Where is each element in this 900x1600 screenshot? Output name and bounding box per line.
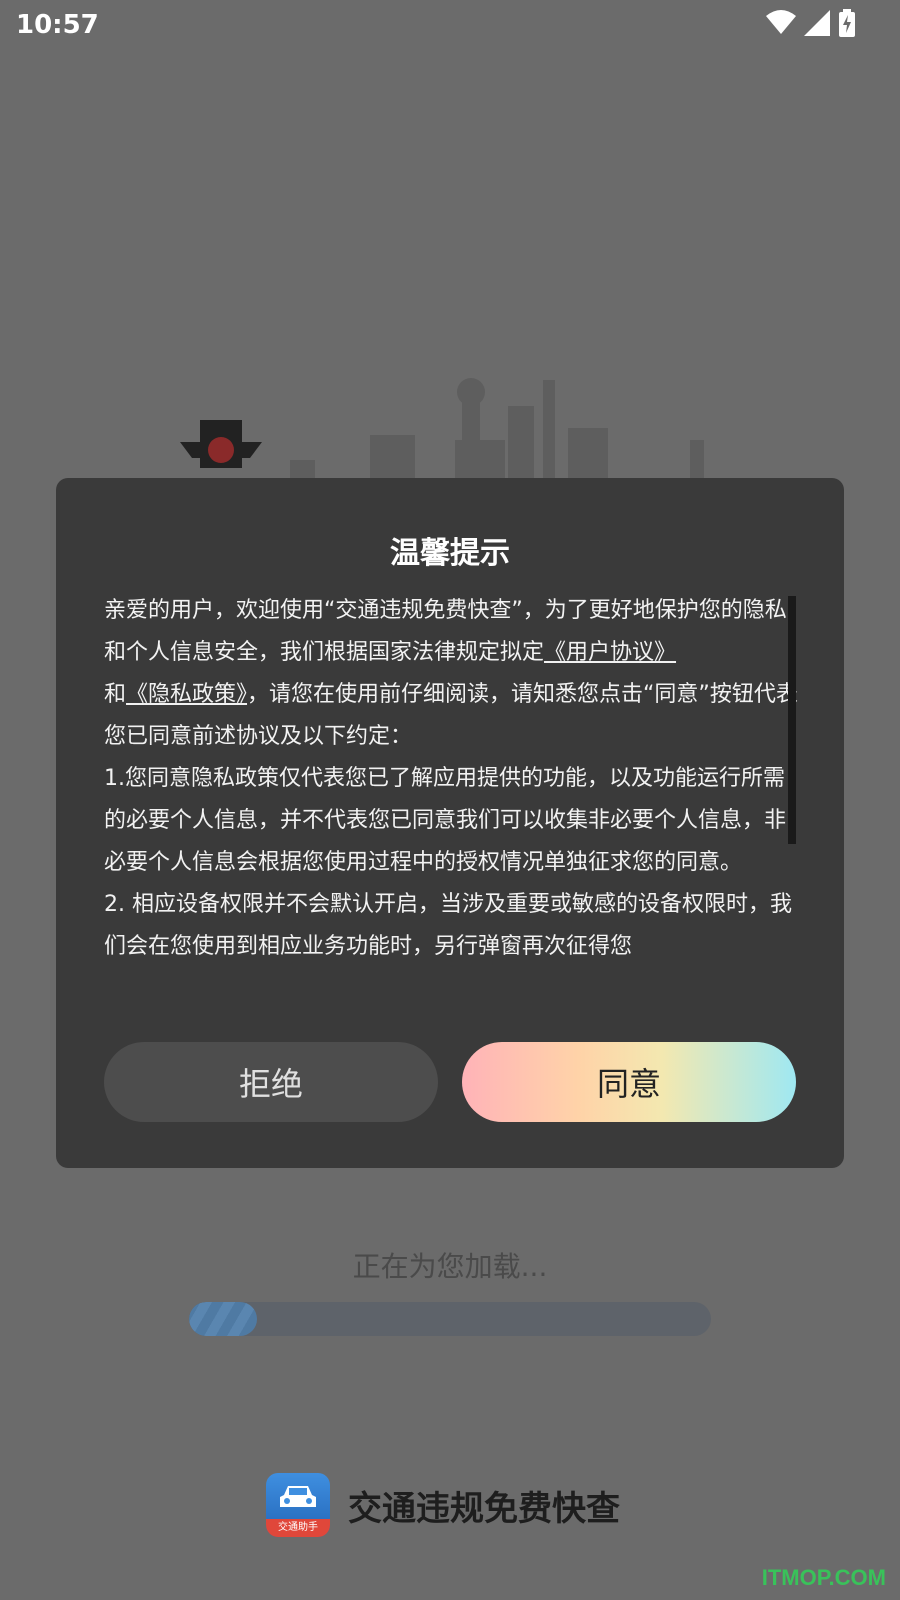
signal-icon [804,10,830,36]
status-bar: 10:57 [0,0,900,52]
dialog-paragraph-intro: 亲爱的用户，欢迎使用“交通违规免费快查”，为了更好地保护您的隐私和个人信息安全，… [104,590,804,758]
status-time: 10:57 [16,10,99,40]
wifi-icon [766,10,796,34]
skyline-illustration [180,378,704,480]
car-icon [280,1486,316,1507]
privacy-dialog: 温馨提示 亲爱的用户，欢迎使用“交通违规免费快查”，为了更好地保护您的隐私和个人… [56,478,844,1168]
privacy-policy-link[interactable]: 《隐私政策》 [126,682,247,707]
dialog-title: 温馨提示 [390,536,510,571]
dialog-paragraph-1: 1.您同意隐私政策仅代表您已了解应用提供的功能，以及功能运行所需的必要个人信息，… [104,766,787,875]
battery-charging-icon [839,9,855,37]
intro-text-a: 亲爱的用户，欢迎使用“交通违规免费快查”，为了更好地保护您的隐私和个人信息安全，… [104,598,787,665]
user-agreement-link[interactable]: 《用户协议》 [544,640,676,665]
traffic-light-icon [180,420,262,468]
dialog-paragraph-2: 2. 相应设备权限并不会默认开启，当涉及重要或敏感的设备权限时，我们会在您使用到… [104,892,792,959]
status-icons [766,9,856,37]
intro-text-b: 和 [104,682,127,707]
app-name: 交通违规免费快查 [348,1488,620,1529]
app-logo-icon: 交通助手 [266,1473,330,1537]
loading-progress-fill [189,1302,257,1336]
app-brand: 交通助手 交通违规免费快查 [266,1473,620,1537]
loading-progress-bar [189,1302,711,1336]
app-icon-badge: 交通助手 [266,1519,330,1537]
dialog-content[interactable]: 亲爱的用户，欢迎使用“交通违规免费快查”，为了更好地保护您的隐私和个人信息安全，… [104,590,804,990]
watermark: ITMOP.COM [761,1565,886,1590]
loading-text: 正在为您加载... [352,1250,548,1283]
reject-button[interactable]: 拒绝 [104,1042,438,1122]
dialog-scrollbar[interactable] [788,596,796,844]
agree-button[interactable]: 同意 [462,1042,796,1122]
